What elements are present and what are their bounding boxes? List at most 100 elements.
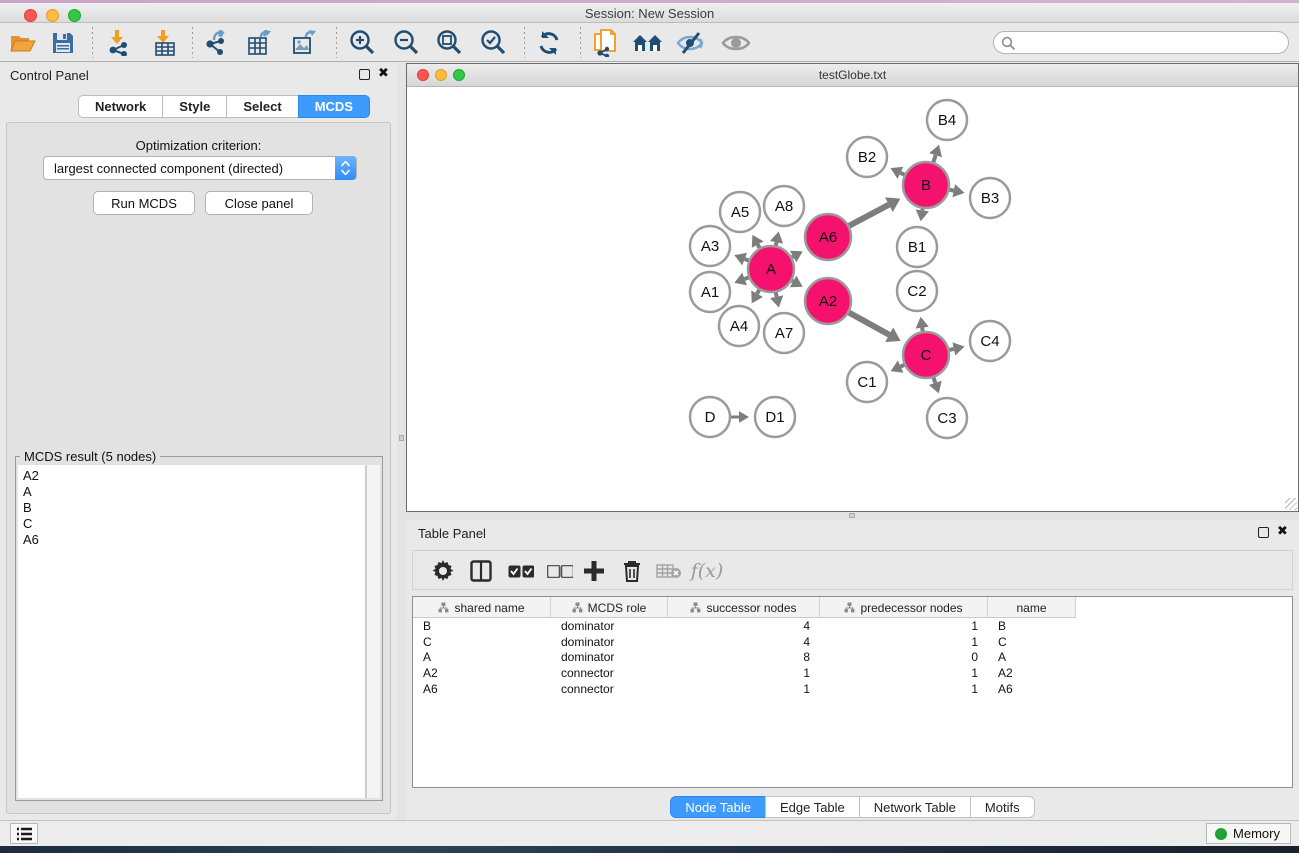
cell-MCDS-role[interactable]: dominator bbox=[551, 619, 668, 633]
mcds-result-scrollbar[interactable] bbox=[366, 465, 380, 798]
tab-network[interactable]: Network bbox=[78, 95, 162, 118]
cell-successor-nodes[interactable]: 8 bbox=[668, 650, 820, 664]
column-header-successor-nodes[interactable]: successor nodes bbox=[668, 597, 820, 618]
zoom-fit-icon[interactable] bbox=[432, 27, 466, 59]
cell-successor-nodes[interactable]: 1 bbox=[668, 682, 820, 696]
tab-mcds[interactable]: MCDS bbox=[298, 95, 370, 118]
node-table: shared nameMCDS rolesuccessor nodesprede… bbox=[412, 596, 1293, 788]
tab-select[interactable]: Select bbox=[226, 95, 297, 118]
cell-shared-name[interactable]: A6 bbox=[413, 682, 551, 696]
sitemap-icon bbox=[844, 602, 855, 613]
deselect-all-icon[interactable] bbox=[544, 555, 576, 587]
network-window-titlebar[interactable]: testGlobe.txt bbox=[407, 64, 1298, 87]
settings-gear-icon[interactable] bbox=[427, 555, 459, 587]
cell-predecessor-nodes[interactable]: 1 bbox=[820, 666, 988, 680]
mcds-result-item[interactable]: A6 bbox=[23, 532, 365, 548]
cell-MCDS-role[interactable]: dominator bbox=[551, 650, 668, 664]
column-header-shared-name[interactable]: shared name bbox=[413, 597, 551, 618]
cell-name[interactable]: A bbox=[988, 650, 1076, 664]
add-column-icon[interactable] bbox=[578, 555, 610, 587]
table-row[interactable]: A6connector11A6 bbox=[413, 681, 1292, 697]
refresh-icon[interactable] bbox=[532, 27, 566, 59]
delete-column-icon[interactable] bbox=[616, 555, 648, 587]
task-history-button[interactable] bbox=[10, 823, 38, 844]
cell-shared-name[interactable]: C bbox=[413, 635, 551, 649]
import-network-icon[interactable] bbox=[102, 27, 136, 59]
table-row[interactable]: Adominator80A bbox=[413, 650, 1292, 666]
horizontal-splitter[interactable] bbox=[406, 512, 1299, 520]
criterion-dropdown[interactable]: largest connected component (directed) bbox=[43, 156, 357, 180]
cell-MCDS-role[interactable]: connector bbox=[551, 666, 668, 680]
column-header-name[interactable]: name bbox=[988, 597, 1076, 618]
cell-predecessor-nodes[interactable]: 1 bbox=[820, 619, 988, 633]
cell-name[interactable]: B bbox=[988, 619, 1076, 633]
save-session-icon[interactable] bbox=[46, 27, 80, 59]
delete-table-icon[interactable] bbox=[653, 555, 685, 587]
table-row[interactable]: A2connector11A2 bbox=[413, 665, 1292, 681]
vertical-splitter[interactable] bbox=[397, 62, 406, 820]
hide-panels-icon[interactable] bbox=[674, 27, 708, 59]
window-resize-handle[interactable] bbox=[1285, 498, 1297, 510]
cell-name[interactable]: A6 bbox=[988, 682, 1076, 696]
sitemap-icon bbox=[438, 602, 449, 613]
mcds-result-item[interactable]: C bbox=[23, 516, 365, 532]
mcds-result-item[interactable]: B bbox=[23, 500, 365, 516]
splitter-grip[interactable] bbox=[849, 513, 855, 518]
mcds-result-list[interactable]: A2ABCA6 bbox=[18, 465, 366, 798]
float-panel-icon[interactable] bbox=[1258, 527, 1269, 538]
show-panels-icon[interactable] bbox=[719, 27, 753, 59]
cell-shared-name[interactable]: B bbox=[413, 619, 551, 633]
cell-predecessor-nodes[interactable]: 0 bbox=[820, 650, 988, 664]
mcds-result-item[interactable]: A2 bbox=[23, 468, 365, 484]
close-panel-icon[interactable]: ✖ bbox=[1277, 524, 1288, 539]
table-row[interactable]: Bdominator41B bbox=[413, 618, 1292, 634]
import-table-icon[interactable] bbox=[148, 27, 182, 59]
cell-successor-nodes[interactable]: 4 bbox=[668, 635, 820, 649]
session-title: Session: New Session bbox=[0, 6, 1299, 21]
table-row[interactable]: Cdominator41C bbox=[413, 634, 1292, 650]
tab-motifs[interactable]: Motifs bbox=[970, 796, 1035, 818]
mcds-result-item[interactable]: A bbox=[23, 484, 365, 500]
node-label-A: A bbox=[766, 261, 776, 278]
export-network-icon[interactable] bbox=[200, 27, 234, 59]
tab-style[interactable]: Style bbox=[162, 95, 226, 118]
network-canvas[interactable]: B4B2BB3A8A5A6B1A3AA1C2A2A4A7C4CC1C3DD1 bbox=[407, 87, 1298, 511]
memory-button[interactable]: Memory bbox=[1206, 823, 1291, 844]
zoom-selected-icon[interactable] bbox=[476, 27, 510, 59]
column-header-MCDS-role[interactable]: MCDS role bbox=[551, 597, 668, 618]
cell-shared-name[interactable]: A2 bbox=[413, 666, 551, 680]
node-label-B: B bbox=[921, 177, 931, 194]
close-panel-button[interactable]: Close panel bbox=[205, 191, 313, 215]
network-graph[interactable]: B4B2BB3A8A5A6B1A3AA1C2A2A4A7C4CC1C3DD1 bbox=[407, 87, 1298, 511]
run-mcds-button[interactable]: Run MCDS bbox=[93, 191, 195, 215]
select-all-icon[interactable] bbox=[505, 555, 537, 587]
export-image-icon[interactable] bbox=[288, 27, 322, 59]
splitter-grip[interactable] bbox=[399, 435, 404, 441]
zoom-in-icon[interactable] bbox=[345, 27, 379, 59]
cell-name[interactable]: A2 bbox=[988, 666, 1076, 680]
cell-MCDS-role[interactable]: dominator bbox=[551, 635, 668, 649]
tab-network-table[interactable]: Network Table bbox=[859, 796, 970, 818]
apply-function-icon[interactable]: f(x) bbox=[691, 555, 723, 587]
search-input[interactable] bbox=[993, 31, 1289, 54]
open-session-icon[interactable] bbox=[6, 27, 40, 59]
column-header-predecessor-nodes[interactable]: predecessor nodes bbox=[820, 597, 988, 618]
close-panel-icon[interactable]: ✖ bbox=[378, 66, 389, 81]
zoom-out-icon[interactable] bbox=[389, 27, 423, 59]
node-label-C3: C3 bbox=[937, 410, 956, 427]
cell-successor-nodes[interactable]: 1 bbox=[668, 666, 820, 680]
cell-predecessor-nodes[interactable]: 1 bbox=[820, 682, 988, 696]
tab-edge-table[interactable]: Edge Table bbox=[765, 796, 859, 818]
export-table-icon[interactable] bbox=[243, 27, 277, 59]
cell-predecessor-nodes[interactable]: 1 bbox=[820, 635, 988, 649]
cell-successor-nodes[interactable]: 4 bbox=[668, 619, 820, 633]
network-view-window: testGlobe.txt B4B2BB3A8A5A6B1A3AA1C2A2A4… bbox=[406, 63, 1299, 512]
arrange-windows-icon[interactable] bbox=[631, 27, 665, 59]
duplicate-network-icon[interactable] bbox=[589, 27, 623, 59]
cell-shared-name[interactable]: A bbox=[413, 650, 551, 664]
tab-node-table[interactable]: Node Table bbox=[670, 796, 765, 818]
show-columns-icon[interactable] bbox=[465, 555, 497, 587]
cell-MCDS-role[interactable]: connector bbox=[551, 682, 668, 696]
float-panel-icon[interactable] bbox=[359, 69, 370, 80]
cell-name[interactable]: C bbox=[988, 635, 1076, 649]
